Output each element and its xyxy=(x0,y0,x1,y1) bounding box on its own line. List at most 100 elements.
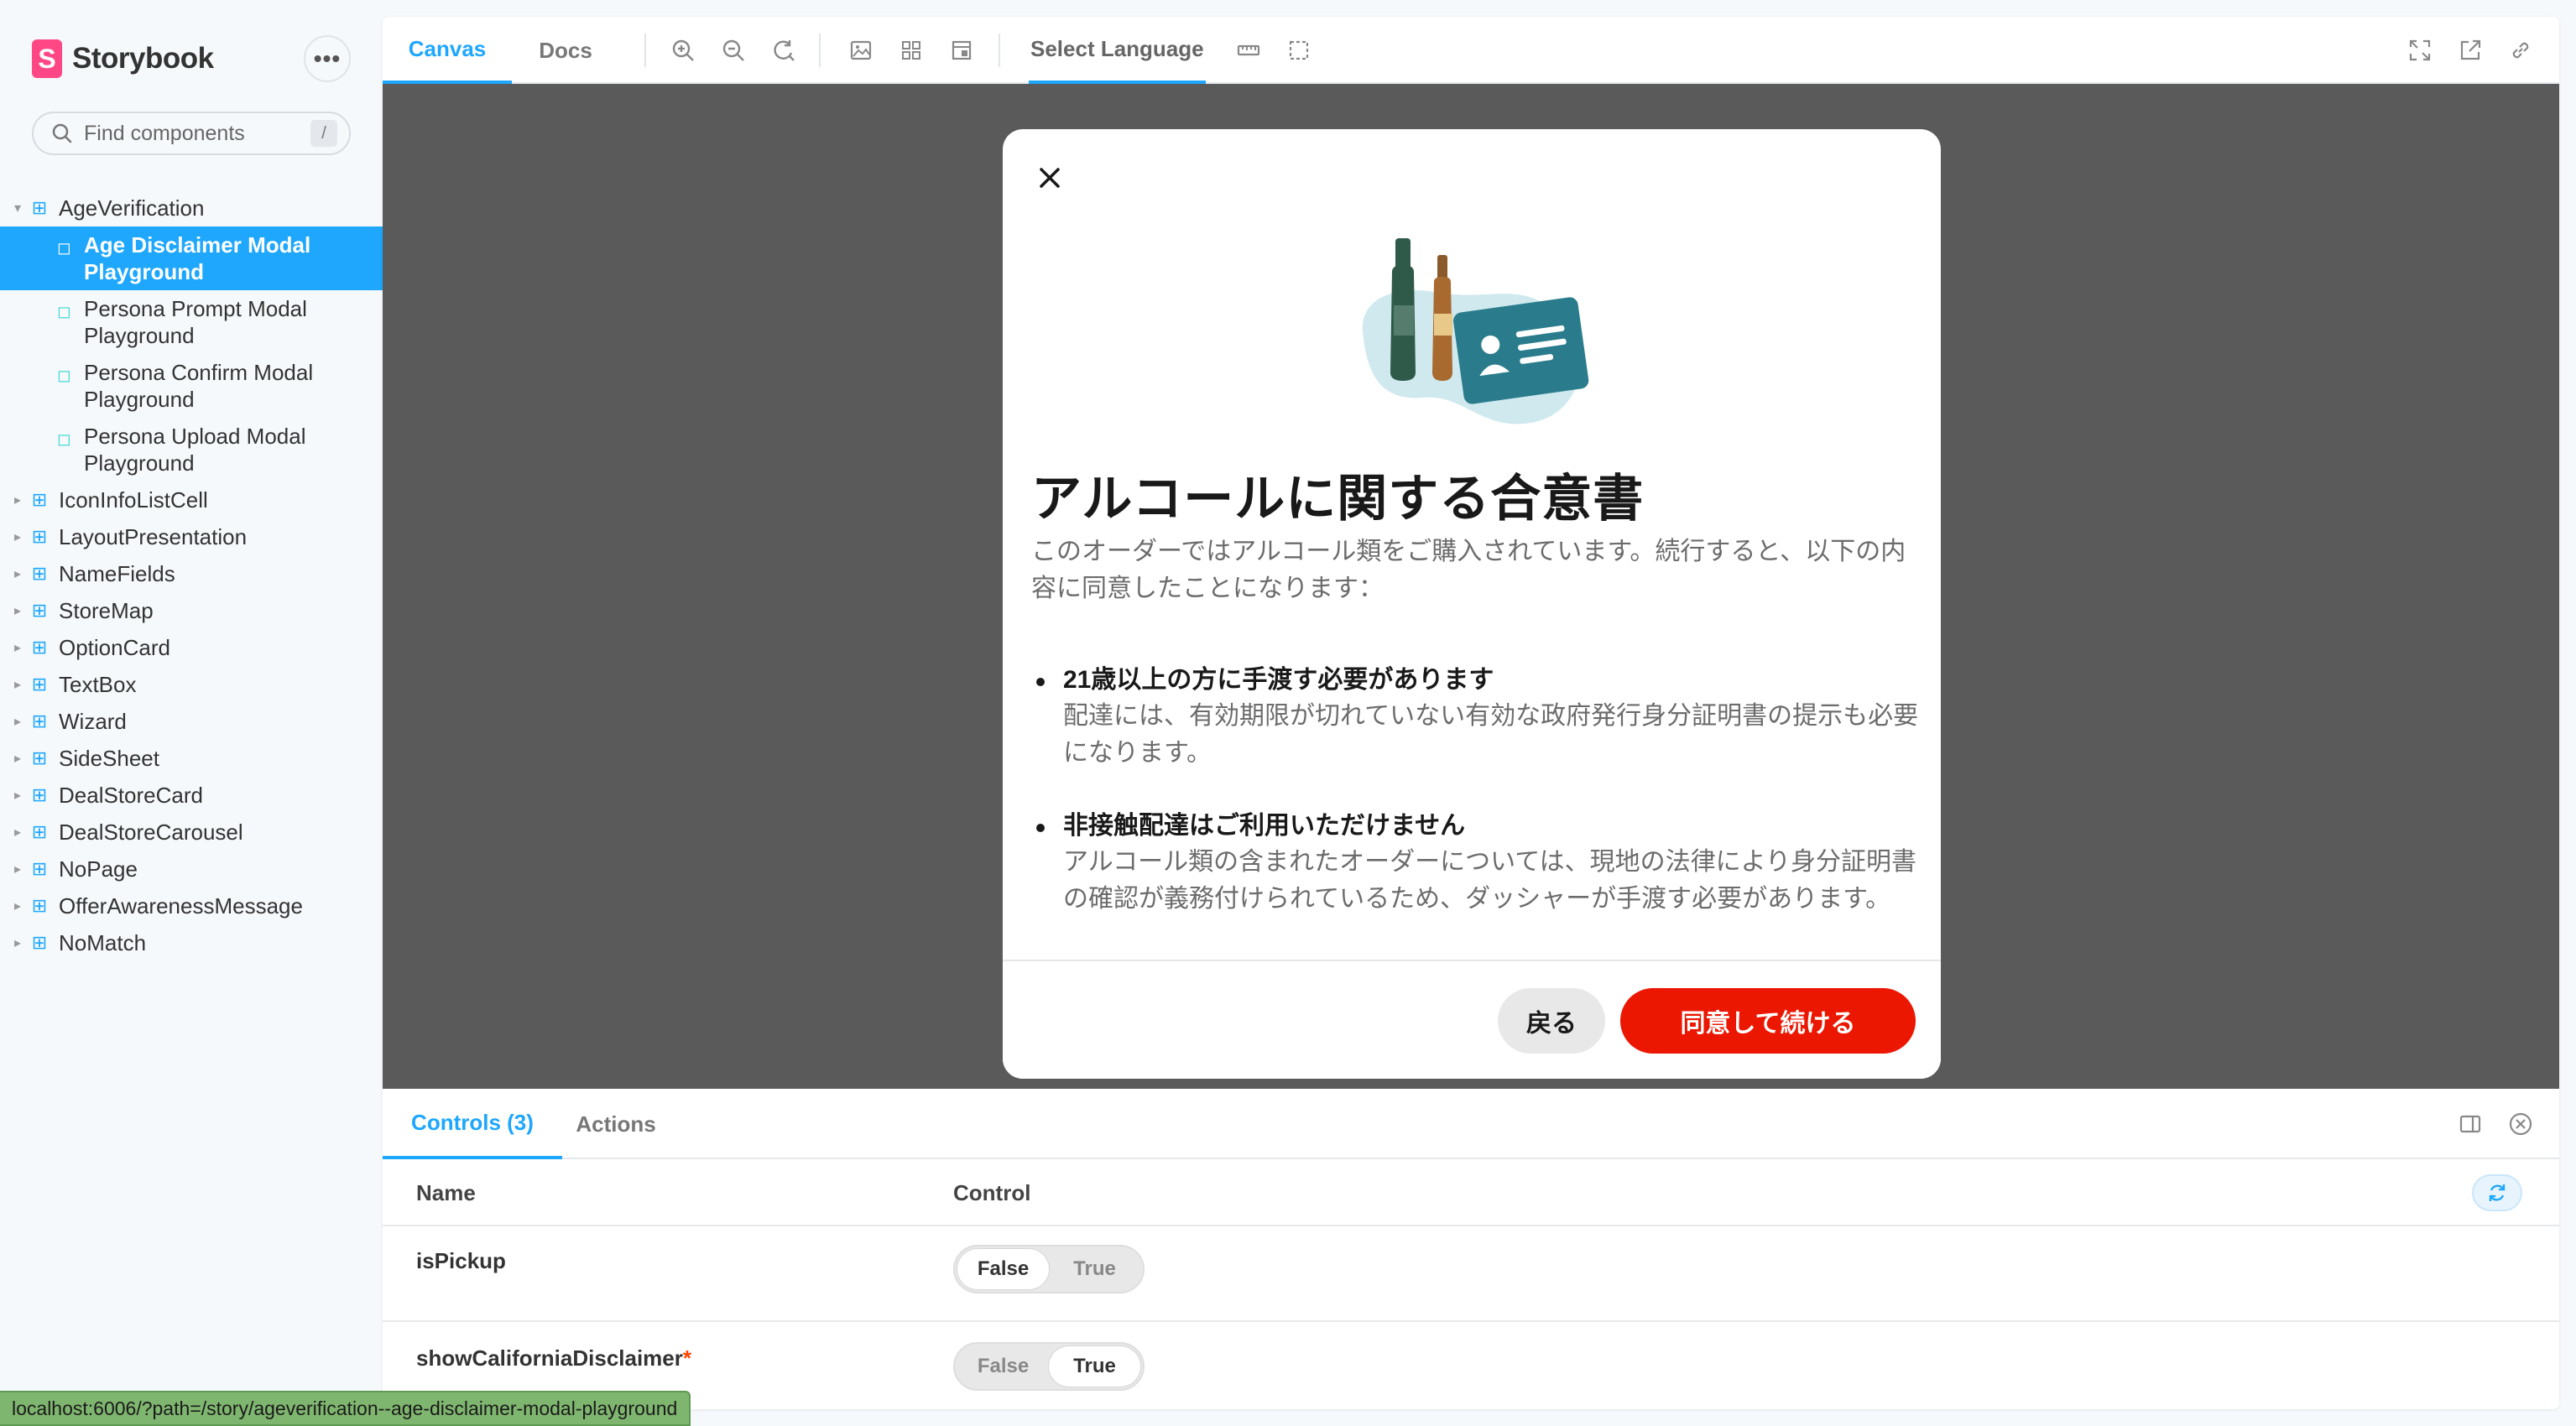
close-panel-icon[interactable] xyxy=(2506,1109,2536,1139)
tree-group[interactable]: ▸ ⊞ LayoutPresentation xyxy=(0,518,383,555)
component-icon: ⊞ xyxy=(31,747,48,768)
table-row: showCaliforniaDisclaimer* False True xyxy=(383,1324,2559,1409)
tree-group[interactable]: ▸ ⊞ Wizard xyxy=(0,703,383,740)
addons-panel: Controls (3) Actions Name Control isPick… xyxy=(383,1089,2559,1409)
bookmark-icon: ◻ xyxy=(57,367,71,385)
search-input[interactable]: Find components xyxy=(84,122,310,146)
component-icon: ⊞ xyxy=(31,710,48,731)
toggle-false-option[interactable]: False xyxy=(957,1346,1049,1387)
tree-story-persona-prompt[interactable]: ◻ Persona Prompt Modal Playground xyxy=(0,290,383,354)
preview-panel: Canvas Docs Select Language アルコールに関する合意書… xyxy=(383,17,2559,1409)
tree-group[interactable]: ▸ ⊞ TextBox xyxy=(0,666,383,703)
control-name: showCaliforniaDisclaimer* xyxy=(416,1345,691,1371)
tree-group-label: OfferAwarenessMessage xyxy=(59,893,303,919)
tree-story-persona-upload[interactable]: ◻ Persona Upload Modal Playground xyxy=(0,418,383,481)
caret-right-icon: ▸ xyxy=(13,493,22,507)
tab-docs[interactable]: Docs xyxy=(512,17,619,84)
tree-story-age-disclaimer[interactable]: ◻ Age Disclaimer Modal Playground xyxy=(0,226,383,290)
toolbar: Canvas Docs Select Language xyxy=(383,17,2559,84)
tree-group-label: TextBox xyxy=(59,671,137,697)
link-preview-statusbar: localhost:6006/?path=/story/ageverificat… xyxy=(0,1391,691,1426)
required-marker: * xyxy=(682,1345,692,1371)
tree-group-label: LayoutPresentation xyxy=(59,523,248,549)
tree-group[interactable]: ▸ ⊞ DealStoreCard xyxy=(0,777,383,814)
toggle-false-option[interactable]: False xyxy=(957,1249,1049,1289)
zoom-in-icon[interactable] xyxy=(668,35,698,65)
tree-group[interactable]: ▸ ⊞ SideSheet xyxy=(0,740,383,777)
tree-group-label: AgeVerification xyxy=(59,195,205,221)
tree-story-label: Persona Upload Modal Playground xyxy=(84,424,306,476)
tree-story-label: Persona Prompt Modal Playground xyxy=(84,296,307,348)
panel-orientation-icon[interactable] xyxy=(2455,1109,2485,1139)
component-icon: ⊞ xyxy=(31,526,48,547)
select-language-button[interactable]: Select Language xyxy=(1029,17,1206,84)
sidebar: S Storybook ••• Find components / ▾ ⊞ Ag… xyxy=(0,0,383,1426)
modal-title: アルコールに関する合意書 xyxy=(1031,471,1645,527)
bookmark-icon: ◻ xyxy=(57,430,71,449)
background-icon[interactable] xyxy=(846,35,876,65)
tab-canvas[interactable]: Canvas xyxy=(383,17,512,84)
refresh-icon xyxy=(2489,1184,2506,1201)
caret-right-icon: ▸ xyxy=(13,530,22,544)
grid-icon[interactable] xyxy=(896,35,926,65)
tree-group-label: DealStoreCarousel xyxy=(59,819,243,845)
open-new-tab-icon[interactable] xyxy=(2455,35,2485,65)
tab-actions[interactable]: Actions xyxy=(562,1089,670,1159)
ruler-icon[interactable] xyxy=(1233,35,1264,65)
zoom-reset-icon[interactable] xyxy=(769,35,799,65)
addons-tabbar: Controls (3) Actions xyxy=(383,1089,2559,1159)
toolbar-divider xyxy=(644,34,646,67)
search-box[interactable]: Find components / xyxy=(32,112,351,155)
component-icon: ⊞ xyxy=(31,858,48,879)
toggle-true-option[interactable]: True xyxy=(1049,1249,1140,1289)
brand-name: Storybook xyxy=(72,42,214,75)
tree-group-label: NoPage xyxy=(59,856,138,882)
tree-group[interactable]: ▸ ⊞ IconInfoListCell xyxy=(0,481,383,518)
viewport-icon[interactable] xyxy=(946,35,977,65)
accept-continue-button[interactable]: 同意して続ける xyxy=(1620,988,1916,1054)
component-icon: ⊞ xyxy=(31,197,48,218)
caret-right-icon: ▸ xyxy=(13,678,22,692)
reset-controls-button[interactable] xyxy=(2472,1174,2522,1211)
tree-group-label: DealStoreCard xyxy=(59,782,203,808)
component-icon: ⊞ xyxy=(31,637,48,658)
component-icon: ⊞ xyxy=(31,563,48,584)
tree-group[interactable]: ▸ ⊞ OfferAwarenessMessage xyxy=(0,887,383,924)
outline-icon[interactable] xyxy=(1284,35,1314,65)
copy-link-icon[interactable] xyxy=(2506,35,2536,65)
toggle-true-option[interactable]: True xyxy=(1049,1346,1140,1387)
tree-story-persona-confirm[interactable]: ◻ Persona Confirm Modal Playground xyxy=(0,354,383,418)
close-icon[interactable] xyxy=(1030,158,1070,198)
zoom-out-icon[interactable] xyxy=(718,35,748,65)
storybook-logo-icon: S xyxy=(32,39,62,78)
tree-group[interactable]: ▸ ⊞ NoMatch xyxy=(0,924,383,961)
tree-group-label: Wizard xyxy=(59,708,127,734)
back-button[interactable]: 戻る xyxy=(1498,988,1605,1054)
bookmark-icon: ◻ xyxy=(57,239,71,258)
tree-group[interactable]: ▸ ⊞ OptionCard xyxy=(0,629,383,666)
tree-group[interactable]: ▸ ⊞ StoreMap xyxy=(0,592,383,629)
search-shortcut-key: / xyxy=(310,120,337,147)
boolean-toggle[interactable]: False True xyxy=(953,1342,1145,1391)
alcohol-id-illustration-icon xyxy=(1362,238,1589,424)
tab-controls[interactable]: Controls (3) xyxy=(383,1089,562,1159)
settings-menu-button[interactable]: ••• xyxy=(304,35,351,82)
bullet-body: 配達には、有効期限が切れていない有効な政府発行身分証明書の提示も必要になります。 xyxy=(1063,702,1919,767)
tree-group[interactable]: ▸ ⊞ NoPage xyxy=(0,851,383,887)
tree-group[interactable]: ▸ ⊞ DealStoreCarousel xyxy=(0,814,383,851)
bullet-heading: 21歳以上の方に手渡す必要があります xyxy=(1063,666,1494,694)
bullet-heading: 非接触配達はご利用いただけません xyxy=(1063,812,1466,840)
fullscreen-icon[interactable] xyxy=(2405,35,2435,65)
tree-group-ageverification[interactable]: ▾ ⊞ AgeVerification xyxy=(0,190,383,226)
tree-group-label: StoreMap xyxy=(59,597,154,623)
component-icon: ⊞ xyxy=(31,600,48,621)
tree-group-label: NoMatch xyxy=(59,929,147,955)
component-icon: ⊞ xyxy=(31,489,48,510)
caret-right-icon: ▸ xyxy=(13,604,22,618)
tree-group[interactable]: ▸ ⊞ NameFields xyxy=(0,555,383,592)
component-icon: ⊞ xyxy=(31,821,48,842)
caret-down-icon: ▾ xyxy=(13,201,22,216)
brand[interactable]: S Storybook xyxy=(32,39,214,79)
boolean-toggle[interactable]: False True xyxy=(953,1245,1145,1293)
tree-group-label: NameFields xyxy=(59,560,175,586)
